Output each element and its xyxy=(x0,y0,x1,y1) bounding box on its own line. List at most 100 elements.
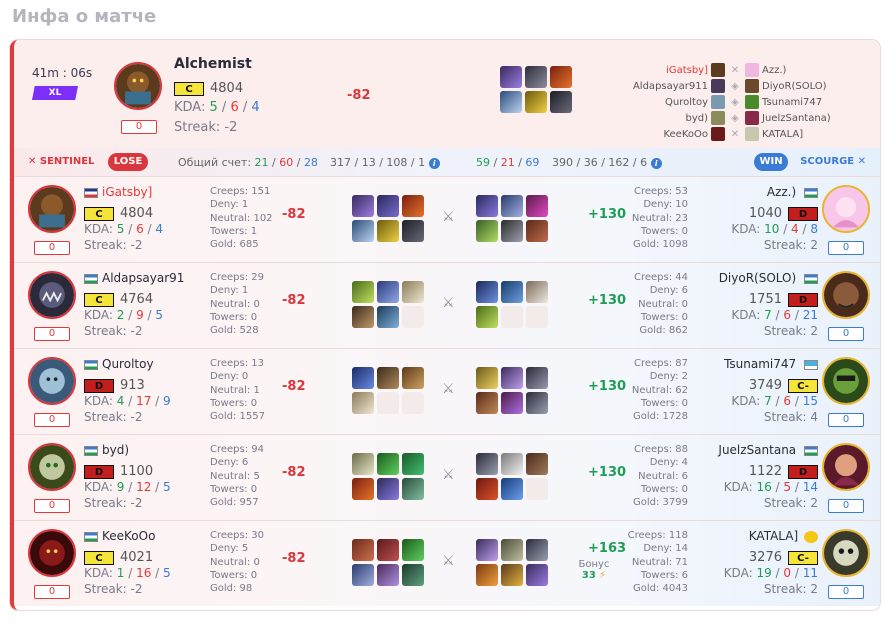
player-name[interactable]: Aldapsayar91 xyxy=(84,271,194,285)
item-icon[interactable] xyxy=(525,91,547,113)
item-icon[interactable] xyxy=(402,564,424,586)
player-name[interactable]: Azz.) xyxy=(704,185,818,199)
player-name[interactable]: KATALA] xyxy=(704,529,818,543)
info-icon[interactable]: i xyxy=(650,157,662,169)
item-icon[interactable] xyxy=(377,453,399,475)
item-icon[interactable] xyxy=(377,281,399,303)
item-icon[interactable] xyxy=(525,66,547,88)
hero-portrait[interactable] xyxy=(28,357,76,405)
kda: KDA: 9 / 12 / 5 xyxy=(84,480,171,494)
matchup-right-player[interactable]: KATALA] xyxy=(762,129,803,140)
item-icon[interactable] xyxy=(476,306,498,328)
item-icon[interactable] xyxy=(476,281,498,303)
rank-line: 3276 C- xyxy=(738,547,818,566)
hero-portrait[interactable] xyxy=(28,185,76,233)
hero-portrait[interactable] xyxy=(28,529,76,577)
item-icon[interactable] xyxy=(476,453,498,475)
item-icon[interactable] xyxy=(526,539,548,561)
player-name[interactable]: Tsunami747 xyxy=(704,357,818,371)
item-icon[interactable] xyxy=(501,220,523,242)
streak: Streak: -2 xyxy=(174,120,238,135)
item-icon[interactable] xyxy=(377,195,399,217)
player-name[interactable]: iGatsby] xyxy=(84,185,194,199)
item-icon[interactable] xyxy=(501,281,523,303)
info-icon[interactable]: i xyxy=(428,157,440,169)
matchup-right-player[interactable]: Tsunami747 xyxy=(762,97,822,108)
item-icon[interactable] xyxy=(476,392,498,414)
hero-portrait[interactable] xyxy=(822,443,870,491)
item-icon[interactable] xyxy=(352,392,374,414)
player-stats: Creeps: 30 Deny: 5 Neutral: 0 Towers: 0 Gold… xyxy=(210,530,265,595)
item-icon[interactable] xyxy=(476,539,498,561)
item-icon[interactable] xyxy=(402,195,424,217)
item-icon[interactable] xyxy=(377,220,399,242)
item-icon[interactable] xyxy=(526,453,548,475)
hero-portrait[interactable] xyxy=(28,443,76,491)
item-icon[interactable] xyxy=(352,453,374,475)
item-icon[interactable] xyxy=(501,392,523,414)
hero-portrait[interactable] xyxy=(822,185,870,233)
matchup-right-player[interactable]: JuelzSantana) xyxy=(762,113,831,124)
item-icon[interactable] xyxy=(402,539,424,561)
item-icon[interactable] xyxy=(501,478,523,500)
item-icon[interactable] xyxy=(402,220,424,242)
item-icon[interactable] xyxy=(526,392,548,414)
total-score: Общий счет: 21 / 60 / 28 xyxy=(178,156,318,169)
item-icon[interactable] xyxy=(352,367,374,389)
item-icon[interactable] xyxy=(402,478,424,500)
item-icon[interactable] xyxy=(352,220,374,242)
item-icon[interactable] xyxy=(500,66,522,88)
hero-portrait[interactable] xyxy=(28,271,76,319)
item-icon[interactable] xyxy=(377,564,399,586)
item-icon[interactable] xyxy=(352,306,374,328)
item-icon[interactable] xyxy=(526,220,548,242)
hero-portrait[interactable] xyxy=(822,529,870,577)
item-icon[interactable] xyxy=(476,478,498,500)
swords-icon: ✕ xyxy=(730,128,740,140)
streak: Streak: 2 xyxy=(763,238,818,252)
item-icon[interactable] xyxy=(377,539,399,561)
player-name[interactable]: KeeKoOo xyxy=(84,529,194,543)
matchup-left-player[interactable]: KeeKoOo xyxy=(632,129,708,140)
item-icon[interactable] xyxy=(550,66,572,88)
item-icon[interactable] xyxy=(377,478,399,500)
item-icon[interactable] xyxy=(352,564,374,586)
item-icon[interactable] xyxy=(352,539,374,561)
player-name[interactable]: JuelzSantana xyxy=(704,443,818,457)
item-icon[interactable] xyxy=(476,220,498,242)
matchup-left-player[interactable]: byd) xyxy=(632,113,708,124)
item-icon[interactable] xyxy=(476,564,498,586)
matchup-right-player[interactable]: Azz.) xyxy=(762,65,786,76)
player-name[interactable]: DiyoR(SOLO) xyxy=(704,271,818,285)
item-icon[interactable] xyxy=(476,367,498,389)
player-name[interactable]: Quroltoy xyxy=(84,357,194,371)
item-icon[interactable] xyxy=(526,195,548,217)
hero-portrait-alchemist[interactable] xyxy=(114,62,162,110)
item-icon[interactable] xyxy=(526,367,548,389)
item-icon[interactable] xyxy=(377,367,399,389)
item-icon[interactable] xyxy=(550,91,572,113)
item-icon[interactable] xyxy=(500,91,522,113)
matchup-left-player[interactable]: iGatsby] xyxy=(632,65,708,76)
item-icon[interactable] xyxy=(352,281,374,303)
item-icon[interactable] xyxy=(501,564,523,586)
item-icon[interactable] xyxy=(501,539,523,561)
item-icon[interactable] xyxy=(402,453,424,475)
matchup-left-player[interactable]: Aldapsayar911 xyxy=(632,81,708,92)
item-icon[interactable] xyxy=(352,478,374,500)
player-name[interactable]: byd) xyxy=(84,443,194,457)
item-icon[interactable] xyxy=(402,281,424,303)
hero-portrait[interactable] xyxy=(822,271,870,319)
matchup-left-player[interactable]: Quroltoy xyxy=(632,97,708,108)
item-icon[interactable] xyxy=(402,367,424,389)
item-icon[interactable] xyxy=(377,306,399,328)
item-icon[interactable] xyxy=(501,367,523,389)
item-icon[interactable] xyxy=(526,564,548,586)
item-icon[interactable] xyxy=(501,453,523,475)
item-icon[interactable] xyxy=(501,195,523,217)
item-icon[interactable] xyxy=(476,195,498,217)
item-icon[interactable] xyxy=(352,195,374,217)
hero-portrait[interactable] xyxy=(822,357,870,405)
matchup-right-player[interactable]: DiyoR(SOLO) xyxy=(762,81,827,92)
item-icon[interactable] xyxy=(526,281,548,303)
